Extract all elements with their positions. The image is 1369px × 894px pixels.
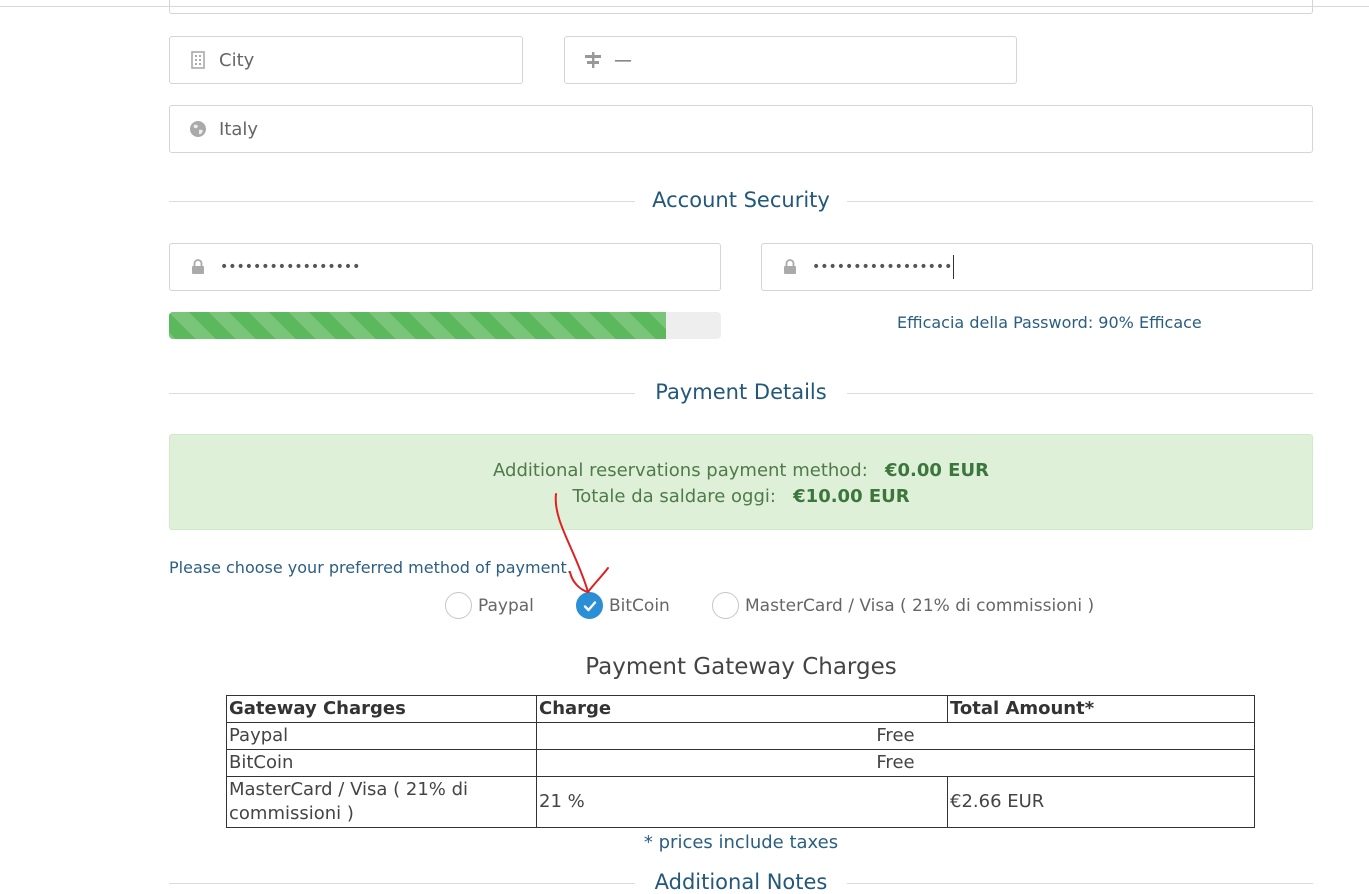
summary-line-2-value: €10.00 EUR bbox=[793, 486, 910, 507]
divider-right bbox=[847, 201, 1313, 202]
payment-method-label: Paypal bbox=[478, 595, 534, 616]
summary-line-1-label: Additional reservations payment method: bbox=[493, 460, 868, 481]
payment-details-title: Payment Details bbox=[655, 380, 827, 404]
cell-charge: Free bbox=[536, 722, 1255, 750]
divider-right bbox=[847, 883, 1313, 884]
payment-method-paypal[interactable]: Paypal bbox=[445, 592, 534, 619]
additional-notes-title: Additional Notes bbox=[654, 870, 828, 894]
password-input[interactable]: ••••••••••••••••• bbox=[220, 259, 360, 275]
cell-charge: Free bbox=[536, 749, 1255, 777]
check-icon bbox=[583, 600, 596, 611]
password-strength-text: Efficacia della Password: 90% Efficace bbox=[897, 313, 1202, 332]
header-total: Total Amount* bbox=[947, 695, 1255, 723]
password-strength-fill bbox=[169, 312, 666, 339]
password-strength-bar bbox=[169, 312, 721, 339]
cell-gateway: Paypal bbox=[226, 722, 537, 750]
table-header-row: Gateway Charges Charge Total Amount* bbox=[226, 695, 1255, 723]
cell-charge: 21 % bbox=[536, 776, 948, 828]
payment-summary-alert: Additional reservations payment method: … bbox=[169, 434, 1313, 530]
divider-left bbox=[169, 393, 635, 394]
country-select[interactable]: Italy bbox=[219, 119, 258, 140]
lock-icon bbox=[780, 257, 800, 277]
country-field[interactable]: Italy bbox=[169, 105, 1313, 153]
address-line-field[interactable] bbox=[169, 0, 1313, 14]
header-gateway: Gateway Charges bbox=[226, 695, 537, 723]
table-row: Paypal Free bbox=[226, 722, 1255, 750]
city-field[interactable]: City bbox=[169, 36, 523, 84]
divider-right bbox=[847, 393, 1313, 394]
summary-line-2: Totale da saldare oggi: €10.00 EUR bbox=[170, 484, 1312, 510]
payment-method-label: BitCoin bbox=[609, 595, 670, 616]
radio-circle[interactable] bbox=[445, 592, 472, 619]
radio-circle[interactable] bbox=[712, 592, 739, 619]
state-select[interactable]: — bbox=[614, 50, 632, 71]
summary-line-1: Additional reservations payment method: … bbox=[170, 458, 1312, 484]
city-input[interactable]: City bbox=[219, 50, 254, 71]
password-field[interactable]: ••••••••••••••••• bbox=[169, 243, 721, 291]
state-field[interactable]: — bbox=[564, 36, 1017, 84]
gateway-charges-title: Payment Gateway Charges bbox=[585, 654, 897, 680]
taxes-footnote: * prices include taxes bbox=[643, 832, 839, 853]
account-security-title: Account Security bbox=[652, 188, 830, 212]
cell-gateway: MasterCard / Visa ( 21% di commissioni ) bbox=[226, 776, 537, 828]
cell-gateway: BitCoin bbox=[226, 749, 537, 777]
payment-method-card[interactable]: MasterCard / Visa ( 21% di commissioni ) bbox=[712, 592, 1094, 619]
password-confirm-field[interactable]: ••••••••••••••••• bbox=[761, 243, 1313, 291]
table-row: BitCoin Free bbox=[226, 749, 1255, 777]
choose-payment-label: Please choose your preferred method of p… bbox=[169, 558, 572, 577]
signpost-icon bbox=[583, 50, 603, 70]
gateway-charges-table: Gateway Charges Charge Total Amount* Pay… bbox=[226, 695, 1255, 828]
lock-icon bbox=[188, 257, 208, 277]
summary-line-1-value: €0.00 EUR bbox=[884, 460, 989, 481]
header-charge: Charge bbox=[536, 695, 948, 723]
payment-method-bitcoin[interactable]: BitCoin bbox=[576, 592, 670, 619]
text-caret bbox=[953, 255, 955, 279]
globe-icon bbox=[188, 119, 208, 139]
table-row: MasterCard / Visa ( 21% di commissioni )… bbox=[226, 776, 1255, 828]
summary-line-2-label: Totale da saldare oggi: bbox=[572, 486, 776, 507]
password-confirm-input[interactable]: ••••••••••••••••• bbox=[812, 259, 952, 275]
payment-method-label: MasterCard / Visa ( 21% di commissioni ) bbox=[745, 595, 1095, 616]
radio-circle-checked[interactable] bbox=[576, 592, 603, 619]
divider-left bbox=[169, 201, 635, 202]
building-icon bbox=[188, 50, 208, 70]
cell-total: €2.66 EUR bbox=[947, 776, 1255, 828]
divider-left bbox=[169, 883, 635, 884]
